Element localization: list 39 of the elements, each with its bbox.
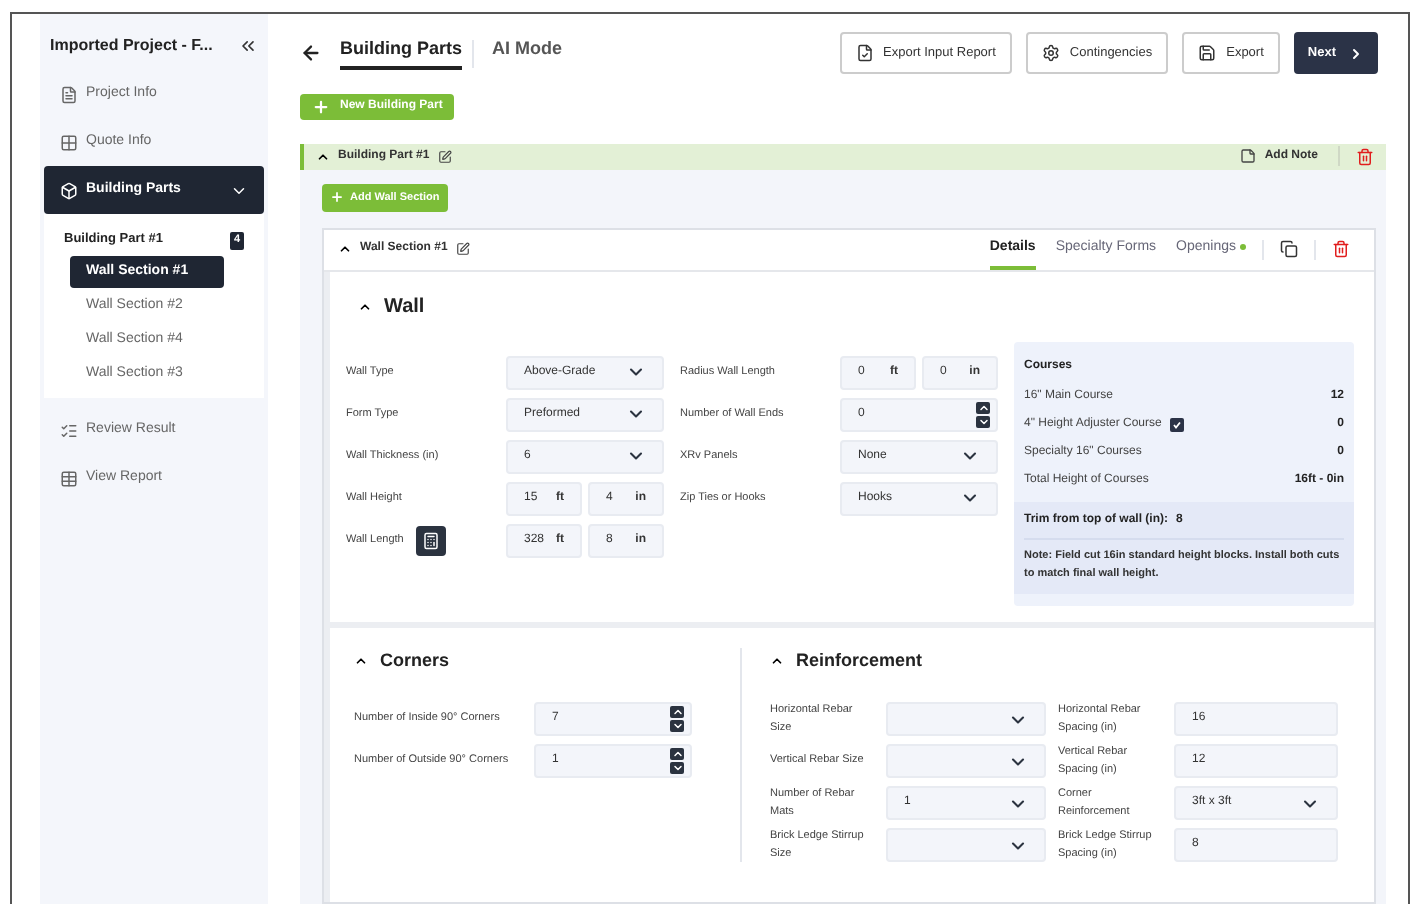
plus-icon: [330, 190, 344, 205]
plus-icon: [312, 97, 330, 116]
list-icon: [60, 421, 78, 439]
copy-icon[interactable]: [1280, 240, 1298, 259]
select-field[interactable]: [886, 744, 1046, 778]
edit-icon[interactable]: [455, 242, 470, 257]
cube-icon: [60, 181, 78, 199]
gear-icon: [1041, 44, 1060, 62]
delete-icon[interactable]: [1356, 147, 1374, 166]
edit-icon[interactable]: [437, 149, 452, 164]
stepper-icon[interactable]: [670, 748, 684, 774]
checkbox[interactable]: [1169, 417, 1184, 432]
stepper-icon[interactable]: [670, 706, 684, 732]
section-heading: Reinforcement: [796, 647, 923, 673]
back-arrow-icon[interactable]: [300, 42, 322, 64]
delete-icon[interactable]: [1332, 240, 1350, 259]
chevron-up-icon[interactable]: [770, 653, 784, 668]
grid-icon: [60, 133, 78, 151]
stepper-icon[interactable]: [976, 401, 990, 428]
chevron-up-icon[interactable]: [354, 653, 368, 668]
table-icon: [60, 469, 78, 487]
section-heading: Wall: [384, 293, 425, 322]
chevron-up-icon[interactable]: [338, 242, 352, 257]
note-icon: [1240, 148, 1257, 165]
header-tab[interactable]: AI Mode: [492, 36, 563, 70]
chevron-up-icon[interactable]: [316, 149, 330, 164]
chevron-right-icon: [1348, 45, 1364, 61]
calculator-icon: [421, 531, 440, 550]
save-icon: [1198, 44, 1217, 62]
checked-document-icon: [855, 44, 874, 62]
section-heading: Corners: [380, 647, 450, 673]
document-icon: [60, 85, 78, 103]
header-tab[interactable]: Building Parts: [340, 36, 463, 70]
select-field[interactable]: [886, 702, 1046, 736]
chevron-up-icon[interactable]: [358, 299, 372, 314]
select-field[interactable]: [886, 828, 1046, 862]
collapse-icon[interactable]: [238, 36, 258, 56]
project-title: Imported Project - F...: [50, 34, 213, 58]
calculator-button[interactable]: [415, 525, 446, 556]
